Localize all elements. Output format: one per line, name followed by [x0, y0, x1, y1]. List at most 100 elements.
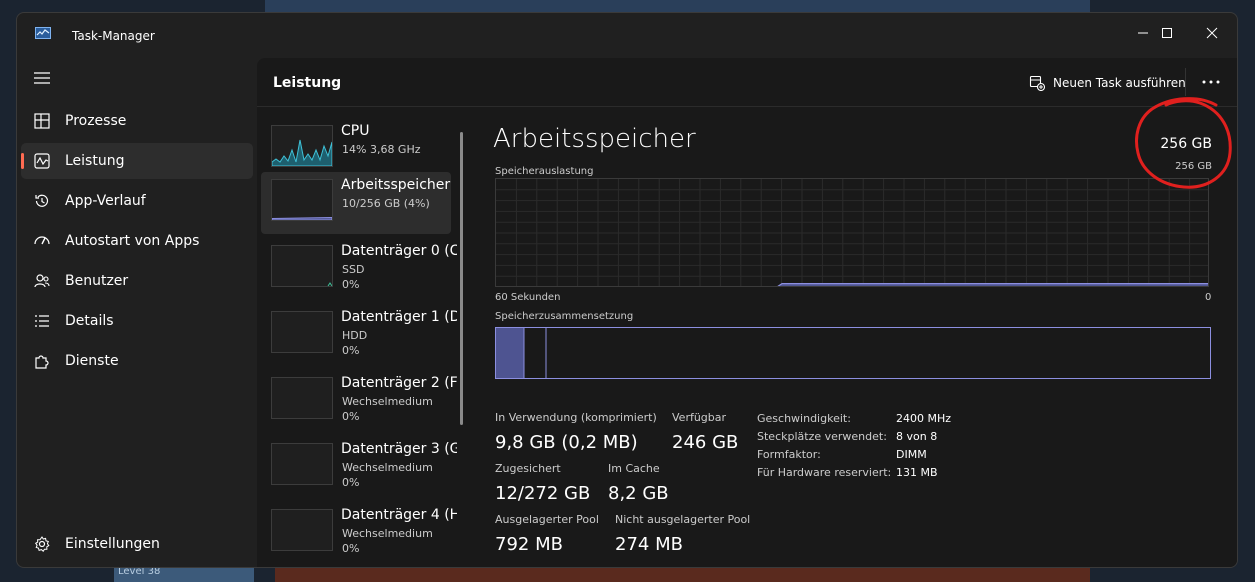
nav-label-dienste: Dienste	[65, 353, 119, 369]
device-sub1: SSD	[342, 263, 365, 276]
device-item-memory[interactable]: Arbeitsspeicher 10/256 GB (4%)	[261, 172, 451, 234]
users-icon	[34, 274, 50, 288]
window-title: Task-Manager	[72, 29, 155, 43]
memory-total: 256 GB	[1160, 136, 1212, 152]
device-sub1: Wechselmedium	[342, 395, 433, 408]
nav-label-benutzer: Benutzer	[65, 273, 129, 289]
device-list-scrollbar[interactable]	[460, 132, 463, 425]
memory-usage-graph-svg	[496, 179, 1208, 286]
title-bar[interactable]: Task-Manager	[17, 13, 1237, 53]
task-manager-app-icon	[35, 27, 51, 39]
usage-graph-label: Speicherauslastung	[495, 166, 594, 177]
new-task-button[interactable]: Neuen Task ausführen	[1029, 71, 1186, 95]
page-title: Leistung	[273, 75, 342, 91]
task-manager-window: Task-Manager Prozesse Leistung App-Verla…	[16, 12, 1238, 568]
close-button[interactable]	[1192, 19, 1232, 47]
nonpaged-pool-label: Nicht ausgelagerter Pool	[615, 513, 751, 526]
committed-label: Zugesichert	[495, 462, 561, 475]
memory-detail-panel: Arbeitsspeicher 256 GB Speicherauslastun…	[493, 108, 1237, 567]
close-icon	[1206, 27, 1218, 39]
device-name: Datenträger 3 (G	[341, 441, 457, 457]
disk-1-thumbnail	[271, 311, 333, 353]
nav-item-leistung[interactable]: Leistung	[21, 143, 253, 179]
available-value: 246 GB	[672, 432, 739, 453]
desktop-background-bottom	[275, 566, 1090, 582]
header-separator	[1185, 68, 1186, 96]
details-list-icon	[35, 315, 49, 327]
nav-label-autostart: Autostart von Apps	[65, 233, 200, 249]
nav-item-einstellungen[interactable]: Einstellungen	[21, 526, 253, 562]
memory-thumbnail-graph	[271, 216, 333, 221]
time-axis-label: 60 Sekunden	[495, 292, 561, 303]
device-item-disk-0[interactable]: Datenträger 0 (C SSD 0%	[261, 238, 457, 300]
disk-2-thumbnail	[271, 377, 333, 419]
memory-usage-graph	[495, 178, 1209, 287]
header-divider	[257, 106, 1237, 107]
maximize-button[interactable]	[1147, 19, 1187, 47]
device-sub2: 0%	[342, 410, 360, 423]
disk-0-thumbnail	[271, 245, 333, 287]
in-use-value: 9,8 GB (0,2 MB)	[495, 432, 638, 453]
more-dots-icon	[1202, 80, 1220, 84]
content-area: Leistung Neuen Task ausführen CPU 14% 3,…	[257, 58, 1237, 567]
nav-label-prozesse: Prozesse	[65, 113, 127, 129]
detail-key-hw-reserved: Für Hardware reserviert:	[757, 466, 892, 479]
nav-item-dienste[interactable]: Dienste	[21, 343, 253, 379]
device-name: Datenträger 1 (D	[341, 309, 457, 325]
detail-value-hw-reserved: 131 MB	[896, 466, 938, 479]
device-name: Datenträger 4 (H	[341, 507, 457, 523]
nav-item-app-verlauf[interactable]: App-Verlauf	[21, 183, 253, 219]
nonpaged-pool-value: 274 MB	[615, 534, 683, 555]
active-indicator	[21, 153, 24, 169]
device-name: Datenträger 0 (C	[341, 243, 457, 259]
device-item-disk-3[interactable]: Datenträger 3 (G Wechselmedium 0%	[261, 436, 457, 498]
cpu-thumbnail-graph	[271, 139, 333, 167]
in-use-label: In Verwendung (komprimiert)	[495, 411, 657, 424]
detail-key-slots: Steckplätze verwendet:	[757, 430, 887, 443]
device-sub2: 0%	[342, 344, 360, 357]
device-sub2: 0%	[342, 476, 360, 489]
memory-title: Arbeitsspeicher	[493, 124, 696, 154]
detail-value-slots: 8 von 8	[896, 430, 938, 443]
device-item-disk-2[interactable]: Datenträger 2 (F Wechselmedium 0%	[261, 370, 457, 432]
paged-pool-value: 792 MB	[495, 534, 563, 555]
device-sub2: 0%	[342, 542, 360, 555]
nav-item-autostart[interactable]: Autostart von Apps	[21, 223, 253, 259]
cached-value: 8,2 GB	[608, 483, 669, 504]
device-sub1: 14% 3,68 GHz	[342, 143, 421, 156]
memory-composition-svg	[496, 328, 547, 378]
device-sub1: Wechselmedium	[342, 527, 433, 540]
device-item-disk-1[interactable]: Datenträger 1 (D HDD 0%	[261, 304, 457, 366]
nav-item-prozesse[interactable]: Prozesse	[21, 103, 253, 139]
detail-value-speed: 2400 MHz	[896, 412, 952, 425]
device-sub2: 0%	[342, 278, 360, 291]
device-sub1: Wechselmedium	[342, 461, 433, 474]
device-sub1: HDD	[342, 329, 368, 342]
paged-pool-label: Ausgelagerter Pool	[495, 513, 599, 526]
nav-item-details[interactable]: Details	[21, 303, 253, 339]
nav-label-einstellungen: Einstellungen	[65, 536, 160, 552]
device-item-disk-4[interactable]: Datenträger 4 (H Wechselmedium 0%	[261, 502, 457, 564]
performance-icon	[34, 153, 50, 169]
nav-label-details: Details	[65, 313, 114, 329]
history-icon	[35, 194, 49, 207]
disk-4-thumbnail	[271, 509, 333, 551]
device-list: CPU 14% 3,68 GHz Arbeitsspeicher 10/256 …	[261, 118, 457, 567]
nav-label-app-verlauf: App-Verlauf	[65, 193, 146, 209]
device-name: Datenträger 2 (F	[341, 375, 457, 391]
device-name: CPU	[341, 123, 370, 139]
more-options-button[interactable]	[1195, 68, 1227, 96]
startup-gauge-icon	[34, 236, 50, 245]
available-label: Verfügbar	[672, 411, 727, 424]
disk-0-thumbnail-graph	[327, 282, 333, 287]
nav-label-leistung: Leistung	[65, 153, 125, 169]
usage-graph-max: 256 GB	[1175, 161, 1212, 172]
nav-item-benutzer[interactable]: Benutzer	[21, 263, 253, 299]
detail-key-form-factor: Formfaktor:	[757, 448, 821, 461]
device-sub1: 10/256 GB (4%)	[342, 197, 430, 210]
memory-thumbnail	[271, 179, 333, 221]
device-item-cpu[interactable]: CPU 14% 3,68 GHz	[261, 118, 451, 180]
hamburger-menu-icon[interactable]	[33, 71, 51, 85]
maximize-icon	[1162, 28, 1172, 38]
cached-label: Im Cache	[608, 462, 660, 475]
